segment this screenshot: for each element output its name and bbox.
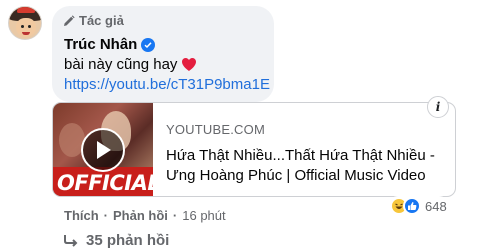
author-role-badge: Tác giả: [63, 13, 124, 28]
preview-title[interactable]: Hứa Thật Nhiều...Thất Hứa Thật Nhiều - Ư…: [166, 146, 446, 186]
reply-button[interactable]: Phản hồi: [113, 208, 168, 223]
author-role-label: Tác giả: [79, 13, 124, 28]
author-avatar[interactable]: [8, 6, 42, 40]
author-name[interactable]: Trúc Nhân: [64, 36, 137, 53]
info-icon[interactable]: i: [427, 96, 449, 118]
comment-text: bài này cũng hay: [64, 56, 178, 73]
view-replies-button[interactable]: 35 phản hồi: [64, 232, 169, 248]
reply-arrow-icon: [64, 234, 78, 247]
thumbnail-official-text: OFFICIAL: [57, 171, 153, 195]
replies-count-label: 35 phản hồi: [86, 232, 170, 248]
like-icon: [403, 197, 421, 215]
pencil-icon: [64, 14, 75, 26]
avatar-eye-left: [21, 25, 24, 28]
author-name-row: Trúc Nhân: [64, 36, 156, 53]
avatar-eye-right: [28, 25, 31, 28]
play-button-icon[interactable]: [81, 128, 125, 172]
preview-domain: YOUTUBE.COM: [166, 122, 265, 137]
reaction-summary[interactable]: 648: [388, 196, 449, 216]
comment-link[interactable]: https://youtu.be/cT31P9bma1E: [64, 76, 270, 93]
reaction-count: 648: [425, 198, 447, 214]
heart-icon: [182, 58, 197, 71]
verified-badge-icon: [141, 37, 156, 52]
video-thumbnail[interactable]: OFFICIAL: [53, 103, 153, 196]
comment-actions: Thích · Phản hồi · 16 phút: [64, 208, 226, 223]
link-preview-card[interactable]: OFFICIAL YOUTUBE.COM Hứa Thật Nhiều...Th…: [52, 102, 456, 197]
like-button[interactable]: Thích: [64, 208, 99, 223]
separator-dot: ·: [103, 208, 109, 223]
separator-dot: ·: [172, 208, 178, 223]
avatar-hat: [17, 7, 35, 13]
comment-timestamp[interactable]: 16 phút: [182, 208, 225, 223]
comment-body: bài này cũng hay: [64, 56, 197, 73]
